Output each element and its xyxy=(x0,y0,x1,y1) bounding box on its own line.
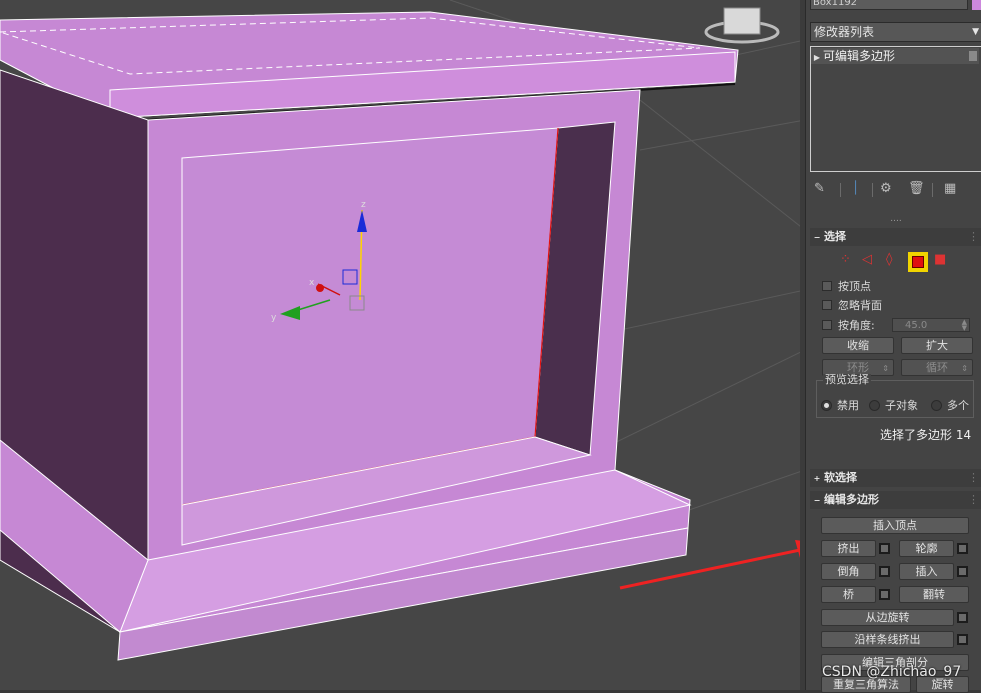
gizmo-y-label: y xyxy=(271,313,277,323)
preview-subobject-label: 子对象 xyxy=(885,399,918,412)
preview-selection-title: 预览选择 xyxy=(823,373,871,386)
gizmo-x-label: x xyxy=(309,278,315,288)
ignore-backfacing-row[interactable]: 忽略背面 xyxy=(822,298,980,314)
stack-item-toggle[interactable] xyxy=(969,51,977,61)
angle-value: 45.0 xyxy=(905,320,928,331)
subobject-level-icons: ⁘ ◁ ◊ ■ xyxy=(836,252,956,272)
edge-level-icon[interactable]: ◁ xyxy=(862,252,872,267)
loop-button[interactable]: 循环 ⇕ xyxy=(901,359,973,376)
ignore-backfacing-checkbox[interactable] xyxy=(822,300,832,310)
by-vertex-label: 按顶点 xyxy=(838,280,871,293)
bevel-settings-button[interactable] xyxy=(879,566,890,577)
stack-toolbar: ✎ ⏐ ⚙ 🗑 ▦ xyxy=(812,181,980,199)
remove-modifier-icon[interactable]: 🗑 xyxy=(908,181,925,196)
ring-spinner-icon[interactable]: ⇕ xyxy=(882,361,889,376)
rollout-edit-polygons-title: 编辑多边形 xyxy=(824,493,879,506)
by-vertex-row[interactable]: 按顶点 xyxy=(822,279,980,295)
ignore-backfacing-label: 忽略背面 xyxy=(838,299,882,312)
modifier-list-dropdown[interactable]: 修改器列表 ▼ xyxy=(810,22,981,42)
extrude-settings-button[interactable] xyxy=(879,543,890,554)
make-unique-icon[interactable]: ⚙ xyxy=(880,181,892,196)
border-level-icon[interactable]: ◊ xyxy=(886,252,892,267)
preview-subobject-radio[interactable] xyxy=(869,400,880,411)
rollout-selection-header[interactable]: − 选择 ⋮ xyxy=(810,228,981,246)
viewcube[interactable] xyxy=(704,7,780,44)
panel-divider[interactable]: .... xyxy=(866,215,926,224)
gizmo-z-label: z xyxy=(361,200,366,210)
grow-button[interactable]: 扩大 xyxy=(901,337,973,354)
watermark-text: CSDN @Zhichao_97 xyxy=(822,664,962,680)
loop-label: 循环 xyxy=(926,361,948,374)
stack-item-label: 可编辑多边形 xyxy=(823,49,896,63)
selection-status: 选择了多边形 14 xyxy=(880,428,972,442)
modifier-stack[interactable]: ▶ 可编辑多边形 xyxy=(810,46,981,172)
collapse-icon: − xyxy=(813,496,821,505)
collapse-icon: − xyxy=(813,233,821,242)
extrude-along-spline-button[interactable]: 沿样条线挤出 xyxy=(821,631,954,648)
bridge-settings-button[interactable] xyxy=(879,589,890,600)
expand-icon[interactable]: ▶ xyxy=(811,50,823,66)
grip-icon: ⋮ xyxy=(968,230,979,243)
show-end-result-icon[interactable]: ⏐ xyxy=(852,181,859,196)
object-name-field[interactable]: Box1192 xyxy=(810,0,968,10)
inset-button[interactable]: 插入 xyxy=(899,563,954,580)
loop-spinner-icon[interactable]: ⇕ xyxy=(961,361,968,376)
grip-icon: ⋮ xyxy=(968,493,979,506)
stack-item-editable-poly[interactable]: ▶ 可编辑多边形 xyxy=(811,48,979,64)
object-color-swatch[interactable] xyxy=(972,0,981,10)
by-vertex-checkbox[interactable] xyxy=(822,281,832,291)
inset-settings-button[interactable] xyxy=(957,566,968,577)
rollout-soft-selection-header[interactable]: + 软选择 ⋮ xyxy=(810,469,981,487)
element-level-icon[interactable]: ■ xyxy=(934,252,946,267)
extrude-spline-settings-button[interactable] xyxy=(957,634,968,645)
outline-settings-button[interactable] xyxy=(957,543,968,554)
polygon-level-icon[interactable] xyxy=(908,252,928,272)
viewport-scene: z x y xyxy=(0,0,805,661)
preview-disabled-radio[interactable] xyxy=(821,400,832,411)
grip-icon: ⋮ xyxy=(968,471,979,484)
extrude-button[interactable]: 挤出 xyxy=(821,540,876,557)
bridge-button[interactable]: 桥 xyxy=(821,586,876,603)
preview-multi-radio[interactable] xyxy=(931,400,942,411)
3d-viewport[interactable]: z x y xyxy=(0,0,805,690)
spinner-arrows-icon[interactable]: ▲ ▼ xyxy=(962,319,967,332)
by-angle-label: 按角度: xyxy=(838,319,875,332)
preview-selection-group: 预览选择 禁用 子对象 多个 xyxy=(816,374,974,418)
pin-icon[interactable]: ✎ xyxy=(814,181,825,196)
by-angle-row[interactable]: 按角度: 45.0 ▲ ▼ xyxy=(822,318,980,334)
angle-spinner[interactable]: 45.0 ▲ ▼ xyxy=(892,318,970,332)
outline-button[interactable]: 轮廓 xyxy=(899,540,954,557)
hinge-from-edge-button[interactable]: 从边旋转 xyxy=(821,609,954,626)
preview-multi-label: 多个 xyxy=(947,399,969,412)
rollout-edit-polygons-header[interactable]: − 编辑多边形 ⋮ xyxy=(810,491,981,509)
rollout-soft-selection-title: 软选择 xyxy=(824,471,857,484)
chevron-down-icon: ▼ xyxy=(972,27,979,37)
modify-panel: Box1192 修改器列表 ▼ ▶ 可编辑多边形 ✎ ⏐ ⚙ 🗑 ▦ .... −… xyxy=(805,0,981,693)
modifier-list-label: 修改器列表 xyxy=(814,25,875,39)
rollout-selection-title: 选择 xyxy=(824,230,846,243)
flip-button[interactable]: 翻转 xyxy=(899,586,969,603)
bevel-button[interactable]: 倒角 xyxy=(821,563,876,580)
configure-sets-icon[interactable]: ▦ xyxy=(944,181,956,196)
shrink-button[interactable]: 收缩 xyxy=(822,337,894,354)
hinge-settings-button[interactable] xyxy=(957,612,968,623)
by-angle-checkbox[interactable] xyxy=(822,320,832,330)
insert-vertex-button[interactable]: 插入顶点 xyxy=(821,517,969,534)
preview-disabled-label: 禁用 xyxy=(837,399,859,412)
expand-rollout-icon: + xyxy=(813,474,821,483)
vertex-level-icon[interactable]: ⁘ xyxy=(840,252,851,267)
